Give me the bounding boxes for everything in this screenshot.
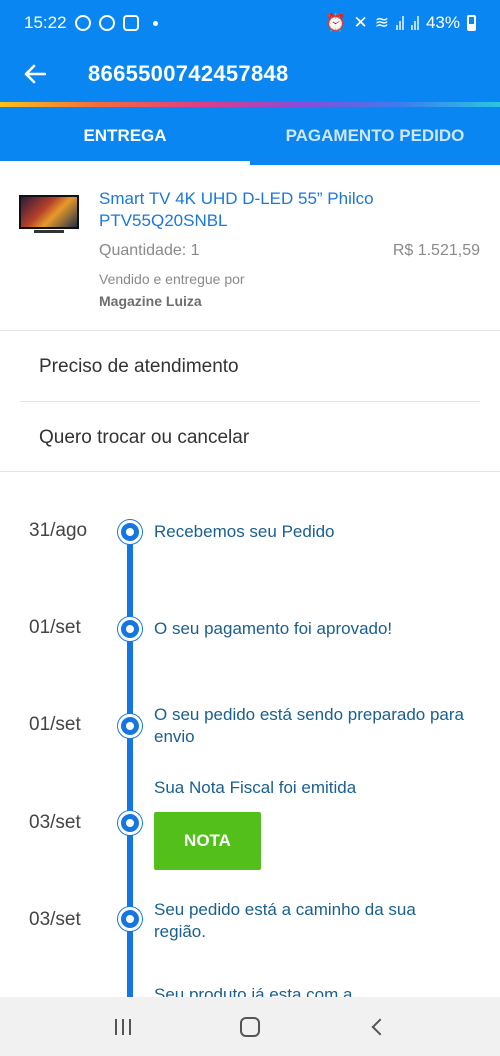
tv-stand-image xyxy=(34,230,64,233)
nota-fiscal-button[interactable]: NOTA xyxy=(154,812,261,870)
order-number: 8665500742457848 xyxy=(88,61,289,86)
product-quantity: Quantidade: 1 xyxy=(99,242,200,259)
timeline-text: O seu pagamento foi aprovado! xyxy=(154,619,393,638)
product-image xyxy=(19,195,79,235)
system-back-button[interactable] xyxy=(347,1002,407,1052)
status-left: 15:22 xyxy=(24,13,158,33)
status-time: 15:22 xyxy=(24,13,67,32)
back-button[interactable] xyxy=(0,46,70,102)
timeline-text: O seu pedido está sendo preparado para e… xyxy=(154,705,465,746)
help-option[interactable]: Preciso de atendimento xyxy=(20,332,480,402)
tab-bar: ENTREGA PAGAMENTO PEDIDO xyxy=(0,107,500,165)
app-notification-icon xyxy=(98,15,115,31)
arrow-left-icon xyxy=(24,64,46,84)
battery-level: 43% xyxy=(425,13,460,32)
timeline-dot xyxy=(118,520,142,544)
sold-by-label: Vendido e entregue por xyxy=(99,271,245,287)
product-price: R$ 1.521,59 xyxy=(392,242,480,259)
timeline-date: 03/set xyxy=(29,812,81,833)
recents-icon xyxy=(115,1018,132,1035)
timeline-text: Sua Nota Fiscal foi emitida xyxy=(154,778,357,797)
product-name[interactable]: Smart TV 4K UHD D-LED 55” Philco PTV55Q2… xyxy=(99,188,429,232)
recent-apps-button[interactable] xyxy=(93,1002,153,1052)
section-divider xyxy=(0,471,500,472)
timeline-dot xyxy=(118,907,142,931)
timeline-date: 31/ago xyxy=(29,520,88,541)
system-nav-bar xyxy=(0,997,500,1056)
status-bar: 15:22 ⏰ ✕ ≋ 43% xyxy=(0,0,500,46)
battery-icon xyxy=(467,15,476,31)
tv-screen-image xyxy=(19,195,79,229)
signal-2-icon xyxy=(410,16,419,30)
timeline-dot xyxy=(118,714,142,738)
app-bar: 8665500742457848 xyxy=(0,46,500,102)
timeline-dot xyxy=(118,811,142,835)
tab-entrega[interactable]: ENTREGA xyxy=(0,107,250,165)
tab-pagamento-pedido[interactable]: PAGAMENTO PEDIDO xyxy=(250,107,500,165)
photo-notification-icon xyxy=(122,15,139,31)
home-button[interactable] xyxy=(220,1002,280,1052)
chevron-left-icon xyxy=(371,1018,389,1035)
timeline-date: 03/set xyxy=(29,909,81,930)
exchange-cancel-option[interactable]: Quero trocar ou cancelar xyxy=(20,403,480,473)
alarm-icon: ⏰ xyxy=(325,13,347,32)
timeline-date: 01/set xyxy=(29,617,81,638)
more-notifications-icon xyxy=(152,20,158,26)
timeline-text: Seu pedido está a caminho da sua região. xyxy=(154,900,416,941)
mute-icon: ✕ xyxy=(353,13,368,32)
product-card[interactable]: Smart TV 4K UHD D-LED 55” Philco PTV55Q2… xyxy=(0,165,500,331)
timeline-date: 01/set xyxy=(29,714,81,735)
timeline-text: Recebemos seu Pedido xyxy=(154,522,335,541)
seller-name: Magazine Luiza xyxy=(99,293,202,309)
status-right: ⏰ ✕ ≋ 43% xyxy=(325,13,476,33)
signal-icon xyxy=(395,16,404,30)
timeline-dot xyxy=(118,617,142,641)
home-icon xyxy=(239,1016,260,1037)
wifi-icon: ≋ xyxy=(374,13,389,32)
notification-icon xyxy=(74,15,91,31)
